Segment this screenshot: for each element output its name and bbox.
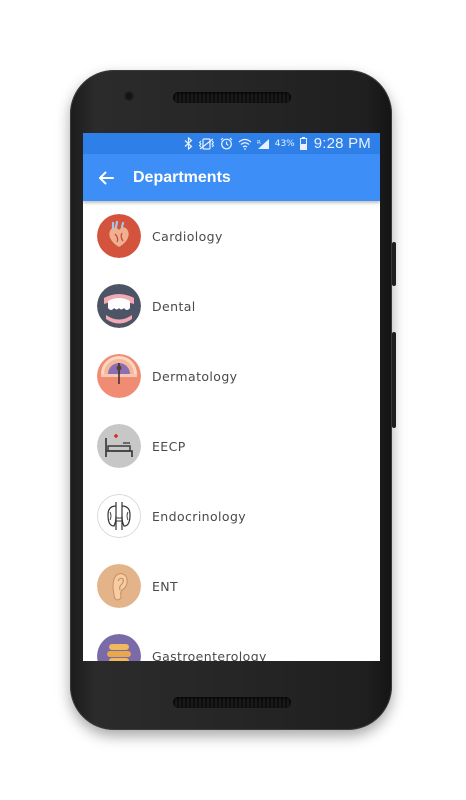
battery-percent: 43% [274, 138, 295, 149]
department-item-dental[interactable]: Dental [83, 271, 380, 341]
department-label: EECP [152, 438, 186, 454]
department-item-eecp[interactable]: EECP [83, 411, 380, 481]
department-item-ent[interactable]: ENT [83, 551, 380, 621]
tooth-icon [97, 284, 141, 328]
bottom-speaker [173, 697, 291, 708]
department-label: ENT [152, 578, 179, 594]
arrow-left-icon [99, 171, 114, 184]
department-label: Endocrinology [152, 508, 247, 524]
heart-icon [97, 214, 141, 258]
department-label: Cardiology [152, 228, 223, 244]
top-speaker [173, 92, 291, 103]
alarm-icon [220, 137, 233, 151]
status-bar: R 43% 9:28 PM [83, 133, 380, 154]
thyroid-icon [97, 494, 141, 538]
department-item-cardiology[interactable]: Cardiology [83, 201, 380, 271]
department-item-gastroenterology[interactable]: Gastroenterology [83, 621, 380, 661]
front-camera [124, 91, 134, 101]
vibrate-icon [198, 137, 215, 151]
department-item-endocrinology[interactable]: Endocrinology [83, 481, 380, 551]
svg-text:R: R [257, 140, 261, 146]
screen: R 43% 9:28 PM Departments Cardiology Den… [83, 133, 380, 661]
department-label: Gastroenterology [152, 648, 267, 662]
department-label: Dermatology [152, 368, 238, 384]
department-label: Dental [152, 298, 196, 314]
signal-icon: R [257, 137, 270, 151]
power-button [392, 242, 396, 286]
ear-icon [97, 564, 141, 608]
intestine-icon [97, 634, 141, 661]
department-item-dermatology[interactable]: Dermatology [83, 341, 380, 411]
stage: R 43% 9:28 PM Departments Cardiology Den… [0, 0, 466, 800]
clock: 9:28 PM [313, 135, 371, 152]
back-button[interactable] [83, 154, 129, 201]
department-list: Cardiology Dental Dermatology EECP Endoc… [83, 201, 380, 661]
hospital-bed-icon [97, 424, 141, 468]
wifi-icon [238, 137, 252, 151]
page-title: Departments [133, 168, 231, 186]
battery-icon [299, 137, 307, 151]
app-bar: Departments [83, 154, 380, 201]
skin-layer-icon [97, 354, 141, 398]
bluetooth-icon [184, 137, 193, 151]
volume-button [392, 332, 396, 428]
